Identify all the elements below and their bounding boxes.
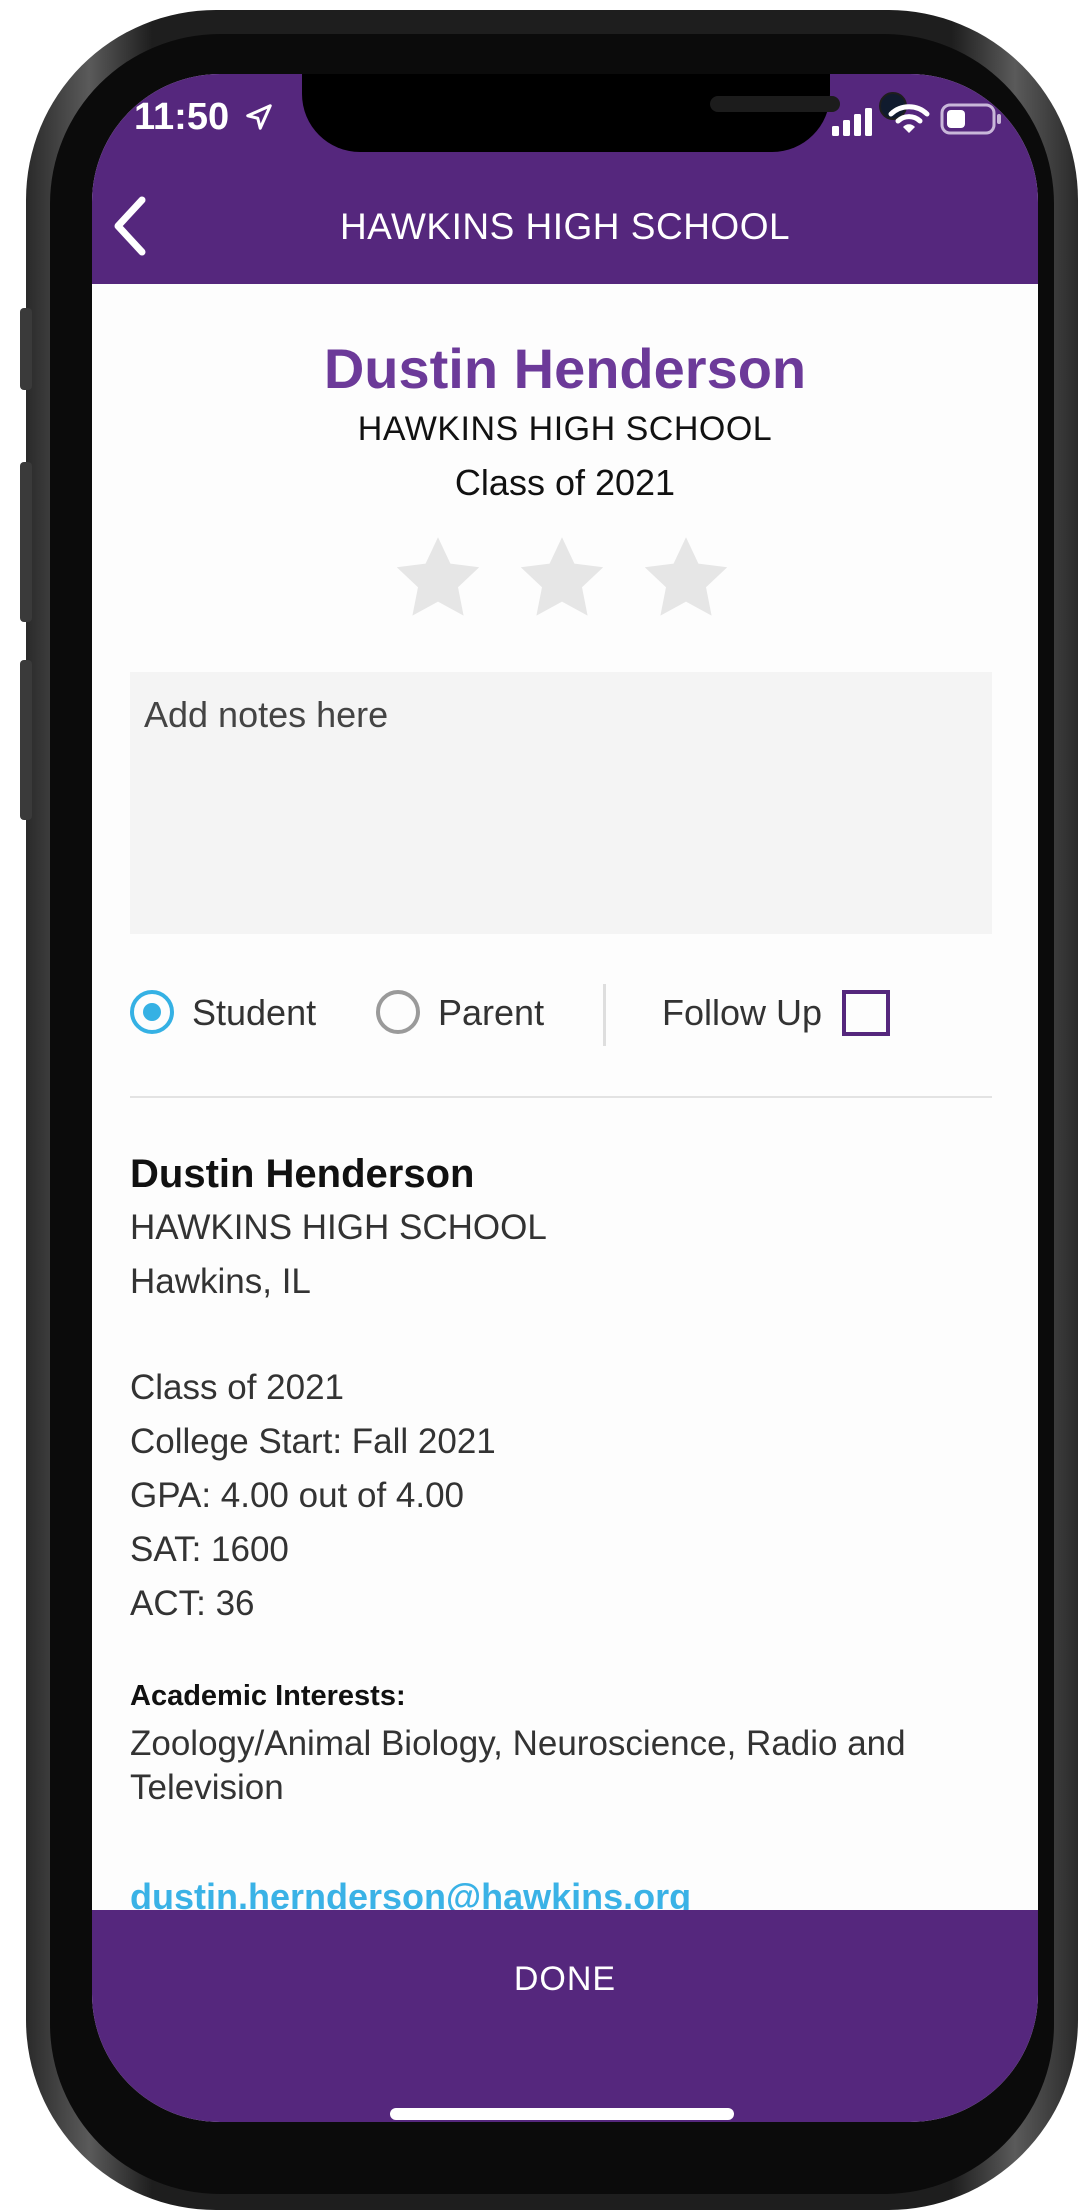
star-icon[interactable] bbox=[638, 530, 734, 626]
star-icon[interactable] bbox=[514, 530, 610, 626]
info-college-start: College Start: Fall 2021 bbox=[130, 1422, 496, 1461]
student-radio-label[interactable]: Student bbox=[192, 992, 316, 1034]
nav-title: HAWKINS HIGH SCHOOL bbox=[339, 206, 791, 247]
follow-up-checkbox[interactable] bbox=[842, 990, 890, 1036]
info-class-year: Class of 2021 bbox=[130, 1368, 345, 1407]
info-name: Dustin Henderson bbox=[130, 1152, 475, 1196]
wifi-icon bbox=[888, 104, 930, 133]
info-act: ACT: 36 bbox=[130, 1584, 255, 1623]
profile-class-year: Class of 2021 bbox=[454, 462, 676, 503]
parent-radio-label[interactable]: Parent bbox=[438, 992, 544, 1034]
info-sat: SAT: 1600 bbox=[130, 1530, 289, 1569]
interests-text: Zoology/Animal Biology, Neuroscience, Ra… bbox=[130, 1724, 906, 1807]
volume-down-button bbox=[20, 660, 32, 820]
done-button[interactable] bbox=[92, 1910, 1038, 2122]
earpiece-speaker bbox=[710, 96, 840, 112]
mute-switch bbox=[20, 308, 32, 390]
info-school: HAWKINS HIGH SCHOOL bbox=[130, 1208, 547, 1247]
section-divider bbox=[130, 1096, 992, 1098]
info-gpa: GPA: 4.00 out of 4.00 bbox=[130, 1476, 465, 1515]
done-button-label[interactable]: DONE bbox=[92, 1960, 1038, 1999]
profile-name: Dustin Henderson bbox=[323, 337, 807, 400]
vertical-divider bbox=[603, 984, 606, 1046]
battery-icon bbox=[940, 103, 1001, 135]
status-time: 11:50 bbox=[134, 96, 274, 139]
profile-school: HAWKINS HIGH SCHOOL bbox=[357, 410, 773, 448]
star-icon[interactable] bbox=[390, 530, 486, 626]
parent-radio[interactable] bbox=[376, 990, 420, 1034]
volume-up-button bbox=[20, 462, 32, 622]
notch bbox=[302, 74, 907, 152]
info-location: Hawkins, IL bbox=[130, 1262, 311, 1301]
status-time-text: 11:50 bbox=[134, 96, 230, 138]
app-screen: 11:50 HAWKINS HIGH SCHOOL Dustin Henders… bbox=[92, 74, 1038, 2122]
notes-input[interactable] bbox=[130, 672, 992, 934]
follow-up-label[interactable]: Follow Up bbox=[662, 992, 822, 1034]
student-radio[interactable] bbox=[130, 990, 174, 1034]
interests-heading: Academic Interests: bbox=[130, 1680, 406, 1712]
star-rating bbox=[390, 530, 740, 630]
signal-icon bbox=[832, 108, 872, 136]
home-indicator[interactable] bbox=[390, 2108, 734, 2120]
location-arrow-icon bbox=[245, 104, 272, 130]
